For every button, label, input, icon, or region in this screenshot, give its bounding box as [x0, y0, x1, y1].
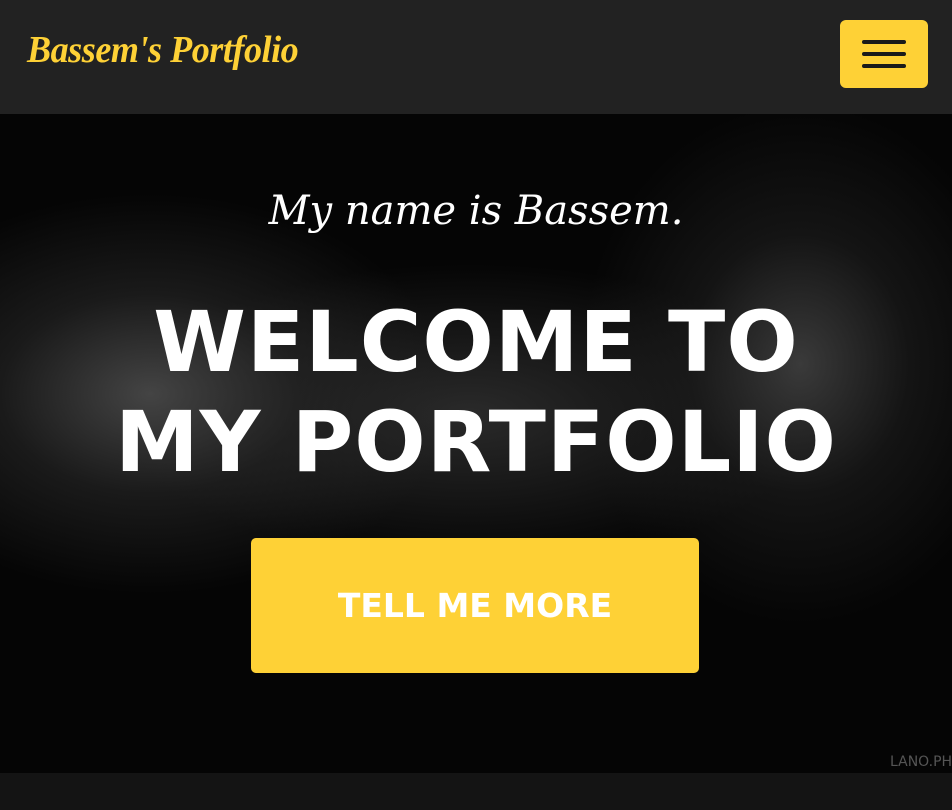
hero-heading: WELCOME TO MY PORTFOLIO	[0, 292, 952, 492]
hamburger-icon	[862, 40, 906, 44]
menu-toggle-button[interactable]	[840, 20, 928, 88]
navbar: Bassem's Portfolio	[0, 0, 952, 114]
hero-heading-line: MY PORTFOLIO	[115, 393, 837, 491]
brand-logo-link[interactable]: Bassem's Portfolio	[27, 28, 299, 72]
tell-me-more-button[interactable]: TELL ME MORE	[251, 538, 699, 673]
page-footer-strip	[0, 773, 952, 810]
hero-heading-line: WELCOME TO	[153, 293, 799, 391]
hero-section: My name is Bassem. WELCOME TO MY PORTFOL…	[0, 114, 952, 773]
photo-credit: LANO.PH	[890, 754, 952, 770]
hamburger-icon	[862, 52, 906, 56]
hero-subheading: My name is Bassem.	[268, 188, 684, 234]
hamburger-icon	[862, 64, 906, 68]
